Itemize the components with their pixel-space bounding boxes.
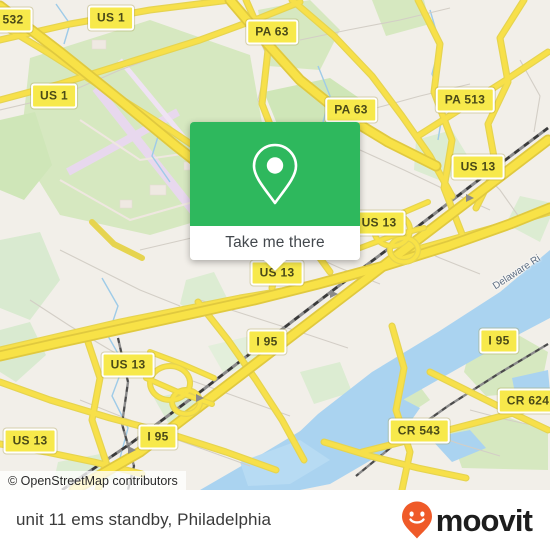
- road-shield: PA 63: [246, 19, 298, 45]
- road-shield: I 95: [138, 424, 178, 450]
- road-shield: US 13: [352, 210, 406, 236]
- road-shield: CR 543: [388, 418, 450, 444]
- bottom-bar: unit 11 ems standby, Philadelphia moovit: [0, 490, 550, 550]
- road-shield: CR 624: [497, 388, 550, 414]
- road-shield: I 95: [479, 328, 519, 354]
- map-pin-icon: [252, 143, 298, 205]
- road-shield: 532: [0, 7, 33, 33]
- popup-icon-area: [190, 122, 360, 226]
- map-attribution[interactable]: © OpenStreetMap contributors: [0, 471, 186, 490]
- take-me-there-label: Take me there: [225, 234, 325, 251]
- moovit-logo[interactable]: moovit: [400, 500, 533, 540]
- road-shield: US 13: [3, 428, 57, 454]
- road-shield: US 1: [88, 5, 134, 31]
- moovit-wordmark: moovit: [435, 502, 533, 538]
- location-popup-card[interactable]: Take me there: [190, 122, 360, 271]
- road-shield: US 1: [31, 83, 77, 109]
- map-canvas[interactable]: 532 US 1 PA 63 US 1 PA 63 PA 513 US 13 US 13 US …: [0, 0, 550, 490]
- road-shield: US 13: [451, 154, 505, 180]
- screenshot-root: 532 US 1 PA 63 US 1 PA 63 PA 513 US 13 US 13 US …: [0, 0, 550, 550]
- popup-tail-pointer: [264, 260, 286, 271]
- moovit-pin-icon: [401, 501, 432, 539]
- popup-action-bar[interactable]: Take me there: [190, 226, 360, 271]
- road-shield: PA 513: [435, 87, 495, 113]
- road-shield: I 95: [247, 329, 287, 355]
- road-shield: US 13: [101, 352, 155, 378]
- place-title: unit 11 ems standby, Philadelphia: [16, 510, 271, 529]
- road-shield: PA 63: [325, 97, 377, 123]
